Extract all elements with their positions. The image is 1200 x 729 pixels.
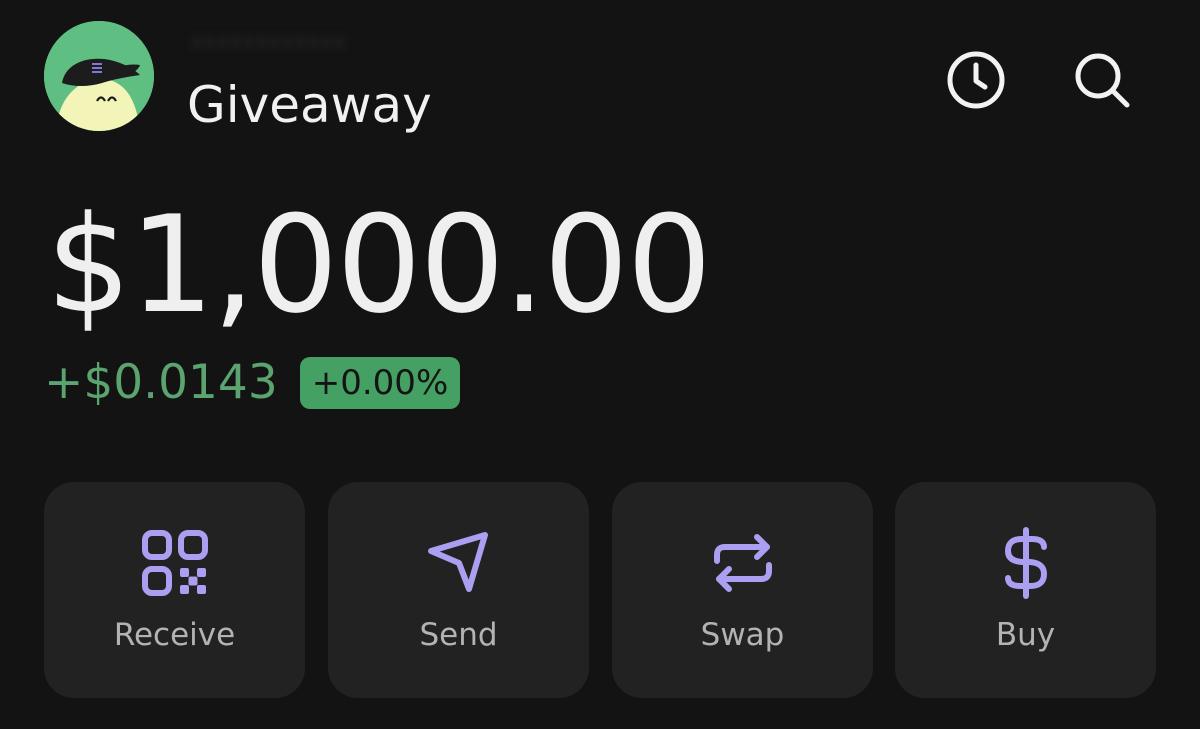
- total-balance: $1,000.00: [46, 187, 712, 343]
- change-amount: +$0.0143: [44, 355, 278, 410]
- receive-label: Receive: [113, 617, 236, 653]
- buy-button[interactable]: Buy: [895, 482, 1156, 698]
- send-label: Send: [419, 617, 498, 653]
- wallet-home-screen: xxxxxxxxxxxx Giveaway $1,000.00 +$0.0143…: [0, 0, 1200, 729]
- swap-button[interactable]: Swap: [612, 482, 873, 698]
- account-name[interactable]: Giveaway: [187, 72, 432, 138]
- change-percent-badge: +0.00%: [299, 357, 461, 409]
- history-clock-icon: [947, 51, 1005, 109]
- account-avatar[interactable]: [44, 21, 154, 131]
- avatar-ghost-icon: [44, 21, 154, 131]
- buy-label: Buy: [995, 617, 1056, 653]
- receive-button[interactable]: Receive: [44, 482, 305, 698]
- swap-label: Swap: [700, 617, 785, 653]
- send-button[interactable]: Send: [328, 482, 589, 698]
- send-arrow-icon: [427, 532, 488, 592]
- dollar-icon: [1004, 527, 1047, 599]
- qr-code-icon: [141, 530, 208, 596]
- account-subtitle-redacted: xxxxxxxxxxxx: [190, 29, 347, 54]
- action-buttons: Receive Send Swap Buy: [44, 482, 1156, 698]
- search-icon: [1075, 53, 1130, 108]
- search-button[interactable]: [1070, 48, 1134, 112]
- balance-change-row: +$0.0143 +0.00%: [44, 352, 461, 414]
- swap-arrows-icon: [713, 534, 772, 592]
- history-button[interactable]: [944, 48, 1008, 112]
